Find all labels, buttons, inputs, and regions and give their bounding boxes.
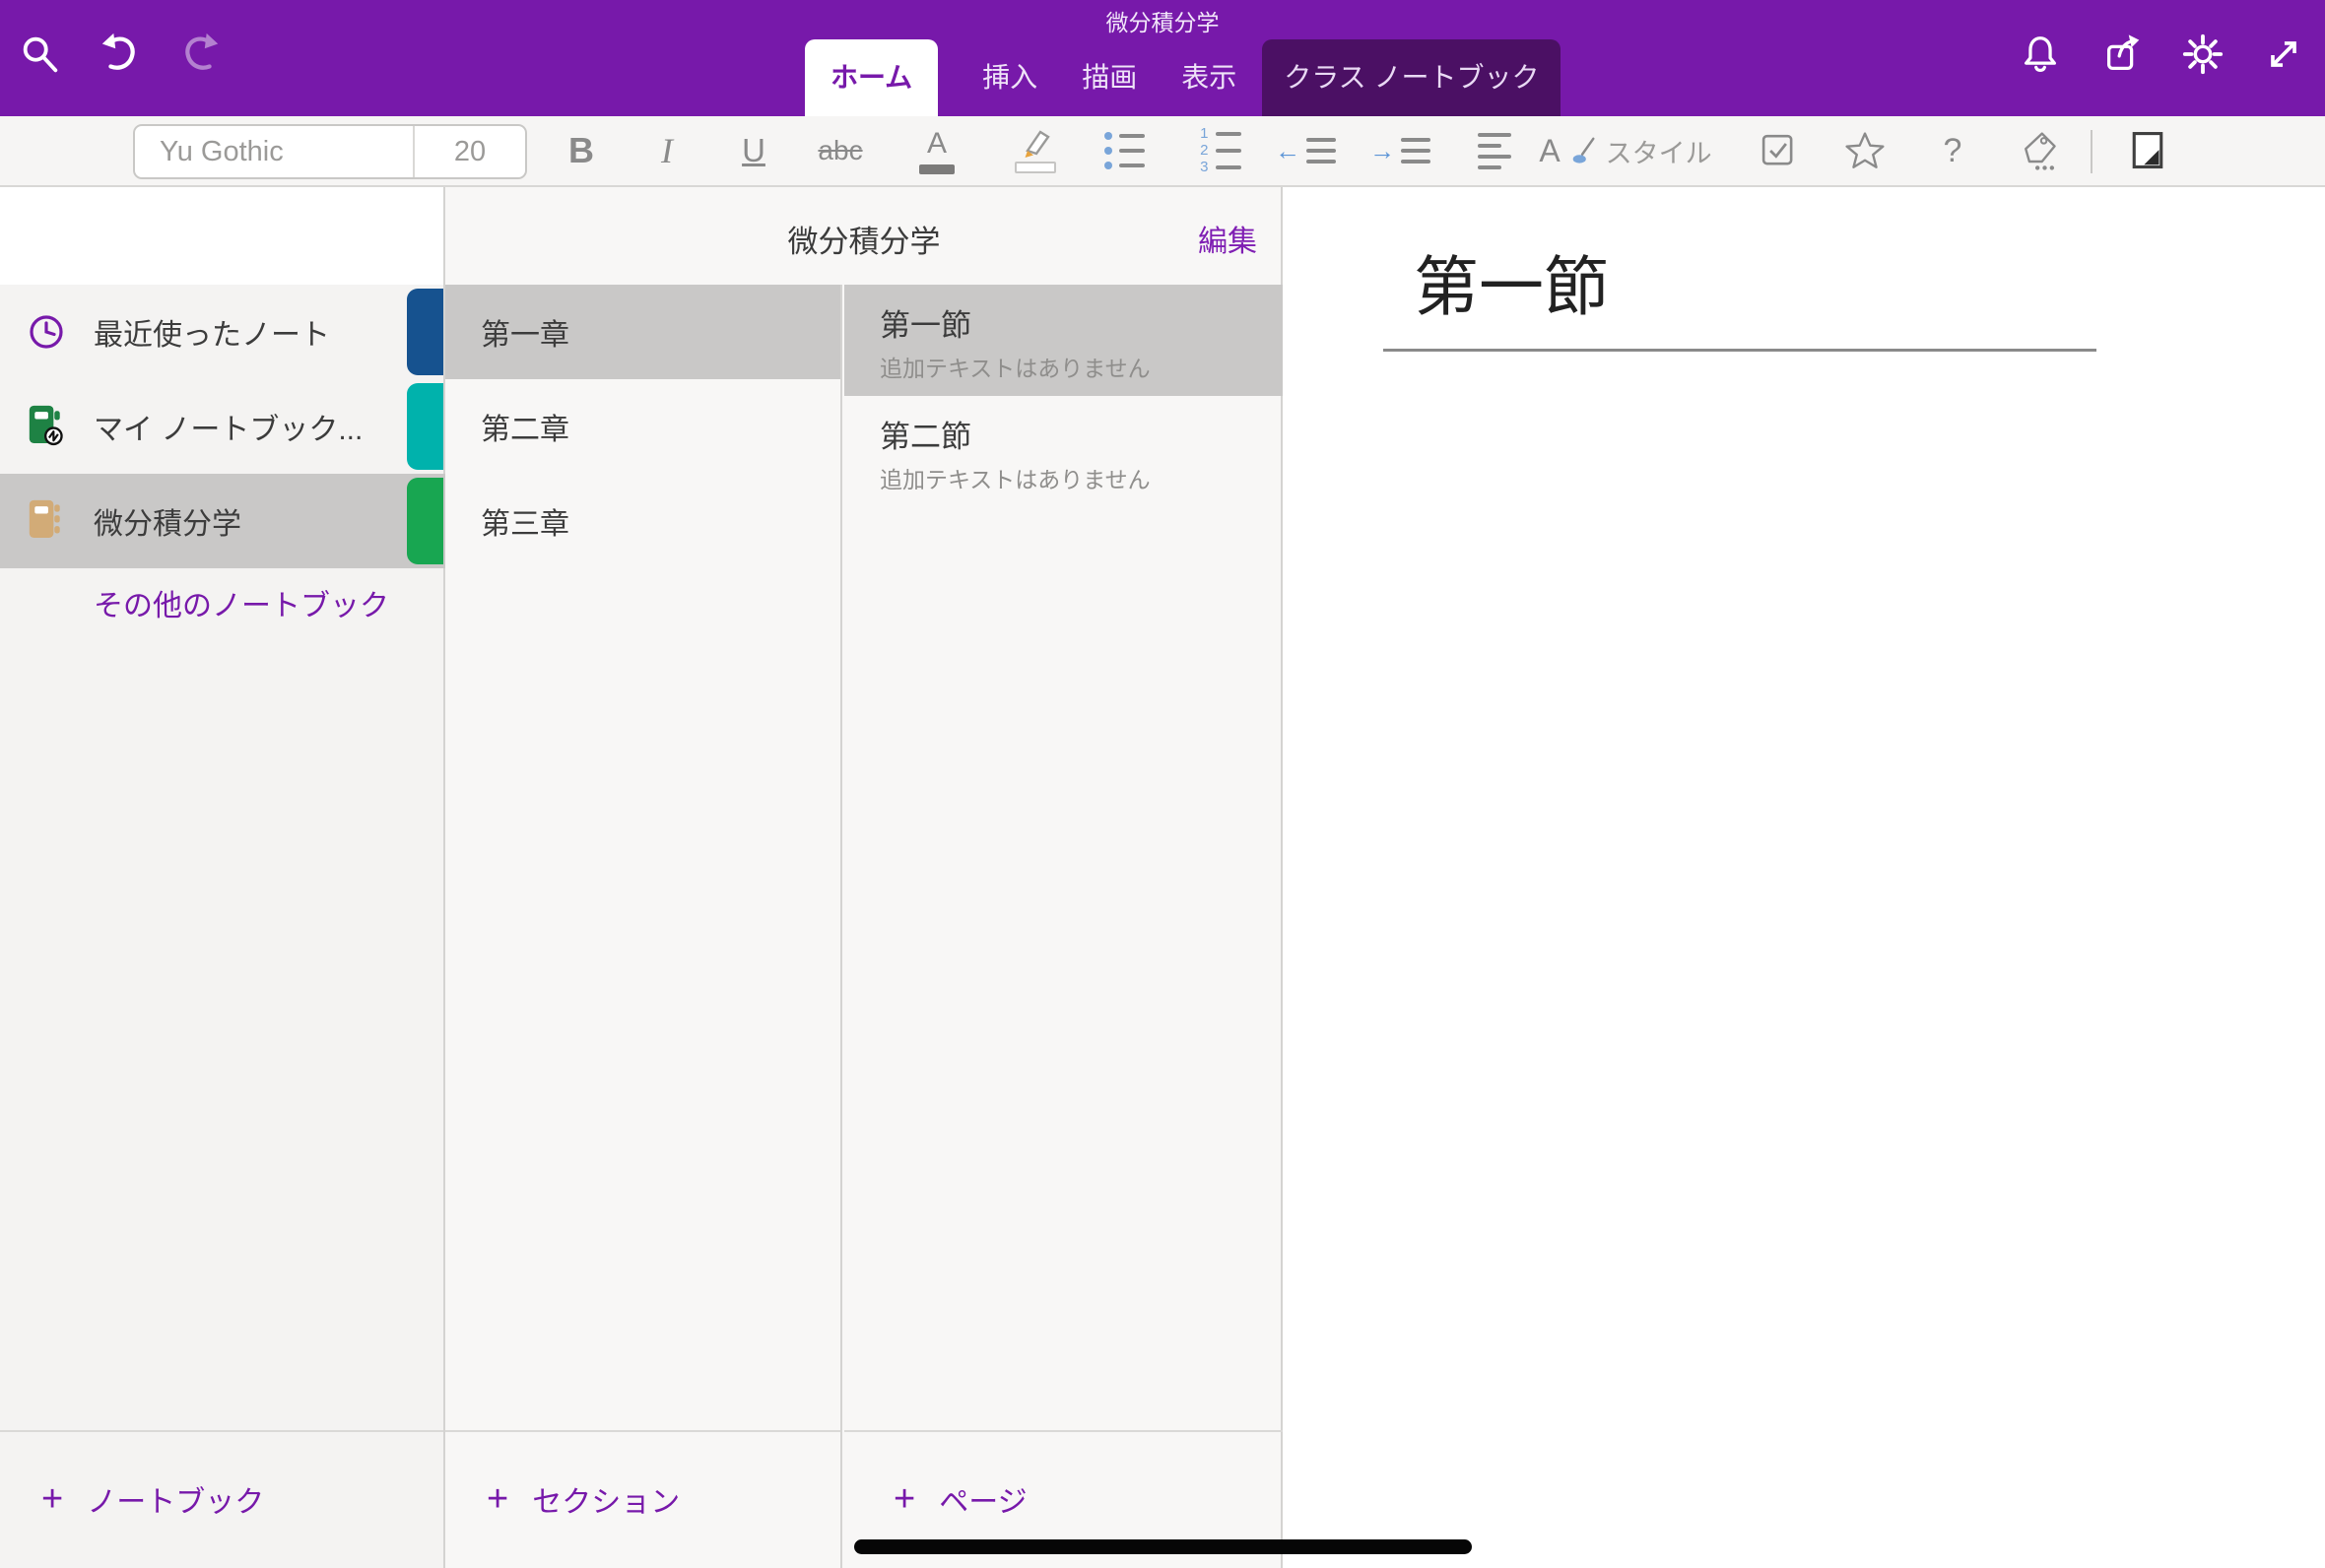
- notebooks-sidebar: 最近使ったノート マイ ノートブック...: [0, 187, 445, 1568]
- pages-list: 第一節 追加テキストはありません 第二節 追加テキストはありません + ページ: [844, 285, 1283, 1568]
- question-tag-button[interactable]: ?: [1920, 119, 1985, 182]
- toolbar-divider: [2091, 130, 2092, 173]
- indent-button[interactable]: →: [1367, 119, 1432, 182]
- sidebar-item-label: 微分積分学: [94, 499, 241, 543]
- font-picker[interactable]: Yu Gothic 20: [133, 124, 527, 179]
- sidebar-item-my-notebooks[interactable]: マイ ノートブック...: [0, 379, 445, 474]
- search-icon[interactable]: [16, 30, 65, 79]
- navigator-notebook-title: 微分積分学: [445, 217, 1283, 261]
- page-color-button[interactable]: [2115, 119, 2180, 182]
- section-row-chapter2[interactable]: 第二章: [445, 379, 840, 474]
- underline-button[interactable]: U: [721, 119, 786, 182]
- page-row-section2[interactable]: 第二節 追加テキストはありません: [844, 396, 1283, 507]
- styles-label: スタイル: [1606, 132, 1712, 170]
- page-canvas[interactable]: 第一節: [1285, 187, 2325, 1568]
- notifications-bell-icon[interactable]: [2016, 30, 2065, 79]
- tab-class-notebook[interactable]: クラス ノートブック: [1262, 39, 1561, 116]
- section-row-chapter1[interactable]: 第一章: [445, 285, 840, 379]
- numbered-list-button[interactable]: 1 2 3: [1186, 119, 1251, 182]
- notebook-navigator: 微分積分学 編集 第一章 第二章 第三章 + セクション: [445, 187, 1283, 1568]
- window-document-title: 微分積分学: [0, 4, 2325, 37]
- italic-button[interactable]: I: [634, 119, 699, 182]
- more-notebooks-link[interactable]: その他のノートブック: [94, 581, 389, 624]
- sidebar-item-label: マイ ノートブック...: [94, 405, 363, 448]
- strikethrough-button[interactable]: abc: [808, 119, 873, 182]
- sidebar-item-label: 最近使ったノート: [94, 310, 330, 354]
- formatting-toolbar: Yu Gothic 20 B I U abc A 1 2: [0, 116, 2325, 187]
- ribbon-tabs: ホーム 挿入 描画 表示 クラス ノートブック: [805, 39, 1561, 116]
- tab-insert[interactable]: 挿入: [982, 39, 1037, 116]
- home-indicator-bar[interactable]: [854, 1539, 1472, 1554]
- sidebar-item-calculus-notebook[interactable]: 微分積分学: [0, 474, 445, 568]
- add-section-button[interactable]: + セクション: [487, 1477, 680, 1521]
- plus-icon: +: [487, 1480, 508, 1518]
- add-notebook-button[interactable]: + ノートブック: [41, 1477, 264, 1521]
- edit-button[interactable]: 編集: [1198, 217, 1257, 260]
- undo-icon[interactable]: [96, 30, 145, 79]
- tag-button[interactable]: [2007, 119, 2072, 182]
- notebook-color-tab-teal: [407, 383, 443, 470]
- sections-bottom-bar: + セクション: [445, 1430, 840, 1568]
- add-page-button[interactable]: + ページ: [894, 1477, 1028, 1521]
- main-area: 最近使ったノート マイ ノートブック...: [0, 187, 2325, 1568]
- bold-button[interactable]: B: [549, 119, 614, 182]
- alignment-button[interactable]: [1462, 119, 1527, 182]
- page-title-underline: [1383, 349, 2096, 352]
- notebook-icon: [28, 498, 67, 544]
- page-title[interactable]: 第一節: [1414, 234, 1609, 329]
- section-row-chapter3[interactable]: 第三章: [445, 474, 840, 568]
- tab-view[interactable]: 表示: [1181, 39, 1236, 116]
- plus-icon: +: [41, 1480, 63, 1518]
- notebook-color-tab-green: [407, 478, 443, 564]
- sidebar-top-area: [0, 187, 443, 285]
- page-row-section1[interactable]: 第一節 追加テキストはありません: [844, 285, 1283, 396]
- important-star-button[interactable]: [1832, 119, 1897, 182]
- styles-button[interactable]: A スタイル: [1537, 119, 1714, 182]
- plus-icon: +: [894, 1480, 915, 1518]
- notebook-sync-icon: [28, 404, 67, 449]
- highlighter-button[interactable]: [1003, 119, 1068, 182]
- style-brush-icon: [1568, 136, 1598, 165]
- font-color-button[interactable]: A: [904, 119, 969, 182]
- notebook-color-tab-blue: [407, 289, 443, 375]
- bullet-list-button[interactable]: [1092, 119, 1157, 182]
- settings-gear-icon[interactable]: [2178, 30, 2227, 79]
- onenote-app: 微分積分学 ホーム 挿入 描画 表示 クラス ノートブック: [0, 0, 2325, 1568]
- share-icon[interactable]: [2098, 30, 2148, 79]
- sidebar-item-recent-notes[interactable]: 最近使ったノート: [0, 285, 445, 379]
- app-header: 微分積分学 ホーム 挿入 描画 表示 クラス ノートブック: [0, 0, 2325, 116]
- navigator-header: 微分積分学 編集: [445, 187, 1283, 285]
- resize-window-icon[interactable]: [2259, 30, 2308, 79]
- outdent-button[interactable]: ←: [1273, 119, 1338, 182]
- font-size-value[interactable]: 20: [413, 126, 525, 177]
- tab-draw[interactable]: 描画: [1082, 39, 1137, 116]
- todo-checkbox-button[interactable]: [1746, 119, 1811, 182]
- clock-icon: [28, 309, 67, 355]
- tab-home[interactable]: ホーム: [805, 39, 938, 116]
- redo-icon[interactable]: [175, 30, 225, 79]
- sections-list: 第一章 第二章 第三章 + セクション: [445, 285, 842, 1568]
- font-name-value[interactable]: Yu Gothic: [135, 136, 413, 168]
- sidebar-bottom-bar: + ノートブック: [0, 1430, 443, 1568]
